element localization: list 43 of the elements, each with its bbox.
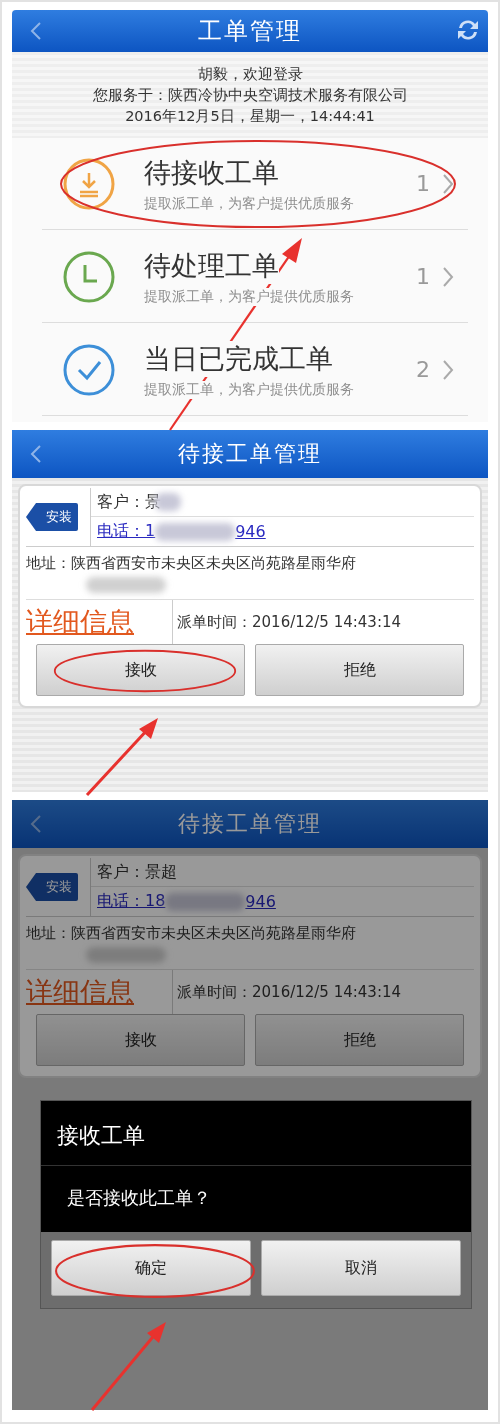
screen-title: 待接工单管理 [178,810,322,838]
dialog-title: 接收工单 [41,1101,471,1166]
chevron-icon [442,265,454,288]
item-subtitle: 提取派工单，为客户提供优质服务 [144,194,354,213]
dispatch-time: 派单时间：2016/12/5 14:43:14 [177,982,402,1002]
menu-item[interactable]: 当日已完成工单 提取派工单，为客户提供优质服务 2 [42,324,468,416]
chevron-icon [442,358,454,381]
chevron-icon [442,172,454,195]
menu-item[interactable]: 待处理工单 提取派工单，为客户提供优质服务 1 [42,231,468,323]
date-time: 2016年12月5日，星期一，14:44:41 [125,106,375,126]
welcome-text: 胡毅，欢迎登录 [197,64,303,84]
cancel-button[interactable]: 取消 [261,1240,461,1296]
customer-name: 客户：景超 [97,861,177,883]
accept-button[interactable]: 接收 [36,644,245,696]
back-icon[interactable] [30,444,42,464]
screen-title: 工单管理 [198,16,302,47]
screen-title: 待接工单管理 [178,440,322,468]
address-text: 地址：陕西省西安市未央区未央区尚苑路星雨华府 [26,553,357,573]
reject-button[interactable]: 拒绝 [255,1014,464,1066]
customer-name: 客户：景 [97,491,161,513]
category-tag: 安装 [26,503,78,531]
item-count: 1 [416,264,430,289]
dialog-message: 是否接收此工单？ [66,1186,212,1210]
phone-number[interactable]: 电话：1 [97,521,156,542]
phone-number[interactable]: 电话：18 [97,891,166,912]
address-text: 地址：陕西省西安市未央区未央区尚苑路星雨华府 [26,923,357,943]
item-subtitle: 提取派工单，为客户提供优质服务 [144,380,354,399]
accept-button[interactable]: 接收 [36,1014,245,1066]
back-icon[interactable] [30,21,42,41]
phone-number[interactable]: 946 [245,892,276,911]
dispatch-time: 派单时间：2016/12/5 14:43:14 [177,612,402,632]
company-text: 您服务于：陕西冷协中央空调技术服务有限公司 [92,85,408,105]
item-count: 1 [416,171,430,196]
details-link[interactable]: 详细信息 [26,604,134,640]
item-title: 当日已完成工单 [144,340,333,377]
menu-item[interactable]: 待接收工单 提取派工单，为客户提供优质服务 1 [42,138,468,230]
reject-button[interactable]: 拒绝 [255,644,464,696]
back-icon[interactable] [30,814,42,834]
phone-number[interactable]: 946 [235,522,266,541]
confirm-button[interactable]: 确定 [51,1240,251,1296]
item-subtitle: 提取派工单，为客户提供优质服务 [144,287,354,306]
category-tag: 安装 [26,873,78,901]
item-count: 2 [416,357,430,382]
